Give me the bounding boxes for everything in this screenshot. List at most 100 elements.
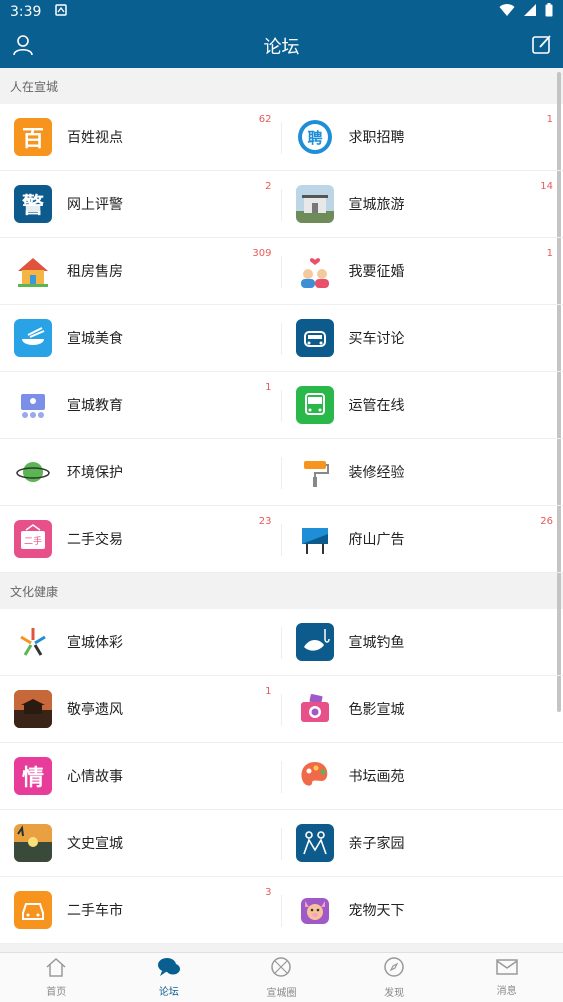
heritage-photo-icon: [14, 690, 52, 728]
tab-label: 首页: [46, 987, 67, 998]
family-icon: [295, 824, 334, 862]
post-count-badge: 1: [546, 248, 553, 259]
post-count-badge: 26: [540, 516, 553, 527]
paint-roller-icon: [296, 453, 334, 491]
forum-item-shutan[interactable]: 书坛画苑: [281, 743, 563, 810]
post-count-badge: 1: [546, 114, 553, 125]
post-count-badge: 23: [258, 516, 272, 527]
chat-icon: [157, 957, 181, 980]
forum-item-label: 环境保护: [67, 465, 123, 481]
forum-item-label: 百姓视点: [67, 130, 123, 146]
couple-icon: [296, 252, 334, 290]
post-count-badge: 14: [540, 181, 553, 192]
forum-item-label: 网上评警: [67, 197, 123, 213]
forum-item-label: 买车讨论: [348, 331, 405, 347]
forum-item-label: 宣城体彩: [67, 635, 123, 651]
planet-icon: [14, 453, 52, 491]
page-title: 论坛: [263, 37, 300, 58]
police-icon: 警: [14, 185, 52, 223]
used-car-icon: [14, 891, 52, 929]
compose-icon[interactable]: [531, 34, 553, 60]
forum-item-huanjing[interactable]: 环境保护: [0, 439, 282, 506]
forum-item-zhenghun[interactable]: 我要征婚 1: [281, 238, 563, 305]
forum-item-seying[interactable]: 色影宣城: [281, 676, 563, 743]
forum-item-baixing[interactable]: 百 百姓视点 62: [0, 104, 282, 171]
baixing-glyph: 百: [21, 127, 44, 152]
forum-item-chongwu[interactable]: 宠物天下: [281, 877, 563, 944]
mood-icon: 情: [14, 757, 52, 795]
tab-discover[interactable]: 发现: [338, 953, 451, 1002]
camera-icon: [296, 690, 334, 728]
forum-item-label: 宠物天下: [348, 903, 405, 919]
forum-item-label: 宣城教育: [67, 398, 123, 414]
compass-icon: [383, 956, 405, 981]
fishing-icon: [295, 623, 334, 661]
forum-item-qinzi[interactable]: 亲子家园: [281, 810, 563, 877]
lottery-star-icon: [14, 623, 52, 661]
tab-messages[interactable]: 消息: [450, 953, 563, 1002]
post-count-badge: 3: [265, 887, 272, 898]
jing-glyph: 警: [21, 194, 44, 219]
tab-label: 宣城圈: [266, 988, 297, 999]
section-header-wenhua: 文化健康: [0, 573, 563, 609]
forum-item-label: 宣城旅游: [348, 197, 405, 213]
forum-item-jiaoyu[interactable]: 宣城教育 1: [0, 372, 282, 439]
forum-item-label: 运管在线: [348, 398, 405, 414]
forum-item-lvyou[interactable]: 宣城旅游 14: [281, 171, 563, 238]
travel-photo-icon: [295, 185, 334, 223]
bottom-tab-bar: 首页 论坛 宣城圈 发现 消息: [0, 952, 563, 1002]
section-grid-renzai: 百 百姓视点 62 聘 求职招聘 1 警 网上评警 2 宣城旅游 14 租房售房…: [0, 104, 563, 573]
tab-forum[interactable]: 论坛: [113, 953, 226, 1002]
billboard-icon: [296, 520, 334, 558]
post-count-badge: 62: [258, 114, 272, 125]
app-bar: 论坛: [0, 24, 563, 68]
forum-item-ticai[interactable]: 宣城体彩: [0, 609, 282, 676]
forum-item-wenshi[interactable]: 文史宣城: [0, 810, 282, 877]
forum-item-yunguan[interactable]: 运管在线: [281, 372, 563, 439]
forum-item-meishi[interactable]: 宣城美食: [0, 305, 282, 372]
signal-icon: [523, 3, 537, 21]
baixing-icon: 百: [14, 118, 52, 156]
job-recruit-icon: 聘: [295, 118, 334, 156]
forum-item-label: 宣城美食: [67, 331, 123, 347]
forum-item-ershou[interactable]: 二手 二手交易 23: [0, 506, 282, 573]
forum-item-label: 宣城钓鱼: [348, 635, 405, 651]
tab-label: 论坛: [158, 987, 179, 998]
post-count-badge: 1: [265, 686, 272, 697]
forum-item-label: 敬亭遗风: [67, 702, 123, 718]
forum-content[interactable]: 人在宣城 百 百姓视点 62 聘 求职招聘 1 警 网上评警 2 宣城旅游 14: [0, 68, 563, 952]
forum-item-label: 租房售房: [67, 264, 123, 280]
forum-item-maiche[interactable]: 买车讨论: [281, 305, 563, 372]
forum-item-label: 府山广告: [348, 532, 405, 548]
forum-item-pingjing[interactable]: 警 网上评警 2: [0, 171, 282, 238]
bus-icon: [295, 386, 334, 424]
forum-item-zhuangxiu[interactable]: 装修经验: [281, 439, 563, 506]
mail-icon: [495, 958, 518, 979]
tab-circle[interactable]: 宣城圈: [225, 953, 338, 1002]
tab-label: 消息: [496, 986, 517, 997]
classroom-icon: [14, 386, 52, 424]
forum-item-ershouche[interactable]: 二手车市 3: [0, 877, 282, 944]
section-grid-wenhua: 宣城体彩 宣城钓鱼 敬亭遗风 1 色影宣城 情 心情故事 书坛画苑 文史宣城 亲…: [0, 609, 563, 944]
user-icon[interactable]: [12, 34, 34, 60]
forum-item-xinqing[interactable]: 情 心情故事: [0, 743, 282, 810]
house-icon: [14, 252, 52, 290]
tab-home[interactable]: 首页: [0, 953, 113, 1002]
forum-item-label: 文史宣城: [67, 836, 123, 852]
pet-icon: [296, 891, 334, 929]
forum-item-diaoyu[interactable]: 宣城钓鱼: [281, 609, 563, 676]
forum-item-label: 亲子家园: [348, 836, 405, 852]
forum-item-label: 书坛画苑: [348, 769, 405, 785]
forum-item-label: 装修经验: [348, 465, 405, 481]
wifi-icon: [499, 3, 515, 21]
forum-item-label: 求职招聘: [348, 130, 405, 146]
palette-icon: [296, 757, 334, 795]
secondhand-sign-icon: 二手: [14, 520, 52, 558]
forum-item-jingting[interactable]: 敬亭遗风 1: [0, 676, 282, 743]
forum-item-zufang[interactable]: 租房售房 309: [0, 238, 282, 305]
car-icon: [295, 319, 334, 357]
tab-label: 发现: [384, 988, 405, 999]
forum-item-qiuzhi[interactable]: 聘 求职招聘 1: [281, 104, 563, 171]
forum-item-guanggao[interactable]: 府山广告 26: [281, 506, 563, 573]
post-count-badge: 2: [265, 181, 272, 192]
